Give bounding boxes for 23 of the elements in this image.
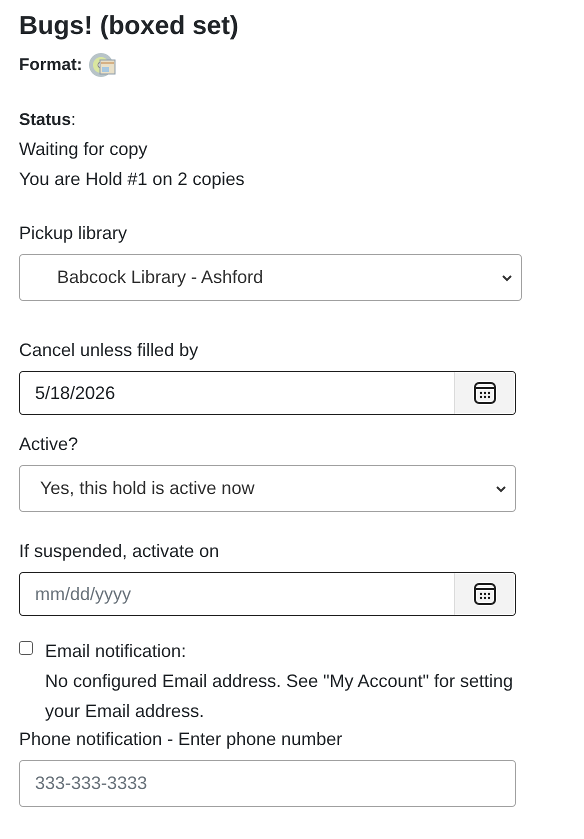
field-label: Cancel unless filled by [19, 339, 200, 362]
field-label: Active? [19, 433, 80, 456]
field-label: Pickup library [19, 222, 128, 245]
date-field[interactable]: 5/18/2026 [19, 371, 516, 415]
phone-field[interactable]: 333-333-3333 [19, 760, 516, 807]
status-text: You are Hold #1 on 2 copies [19, 168, 246, 191]
calendar-icon [473, 381, 497, 405]
active-select[interactable]: Yes, this hold is active now [19, 465, 516, 512]
field-label: If suspended, activate on [19, 540, 220, 563]
calendar-button[interactable] [454, 573, 515, 615]
date-field[interactable]: mm/dd/yyyy [19, 572, 516, 616]
disc-icon [88, 51, 116, 79]
title: Bugs! (boxed set) [19, 9, 240, 42]
email-note: No configured Email address. See "My Account" for setting your Email address. [45, 670, 514, 723]
checkbox-label: Email notification: [45, 640, 188, 663]
pickup-library-select[interactable]: Babcock Library - Ashford [19, 254, 522, 301]
status-label: Status: [19, 109, 77, 131]
checkbox[interactable] [19, 641, 33, 655]
format-label: Format: [19, 55, 82, 75]
status-text: Waiting for copy [19, 138, 148, 161]
calendar-icon [473, 582, 497, 606]
field-label: Phone notification - Enter phone number [19, 728, 344, 751]
calendar-button[interactable] [454, 372, 515, 414]
